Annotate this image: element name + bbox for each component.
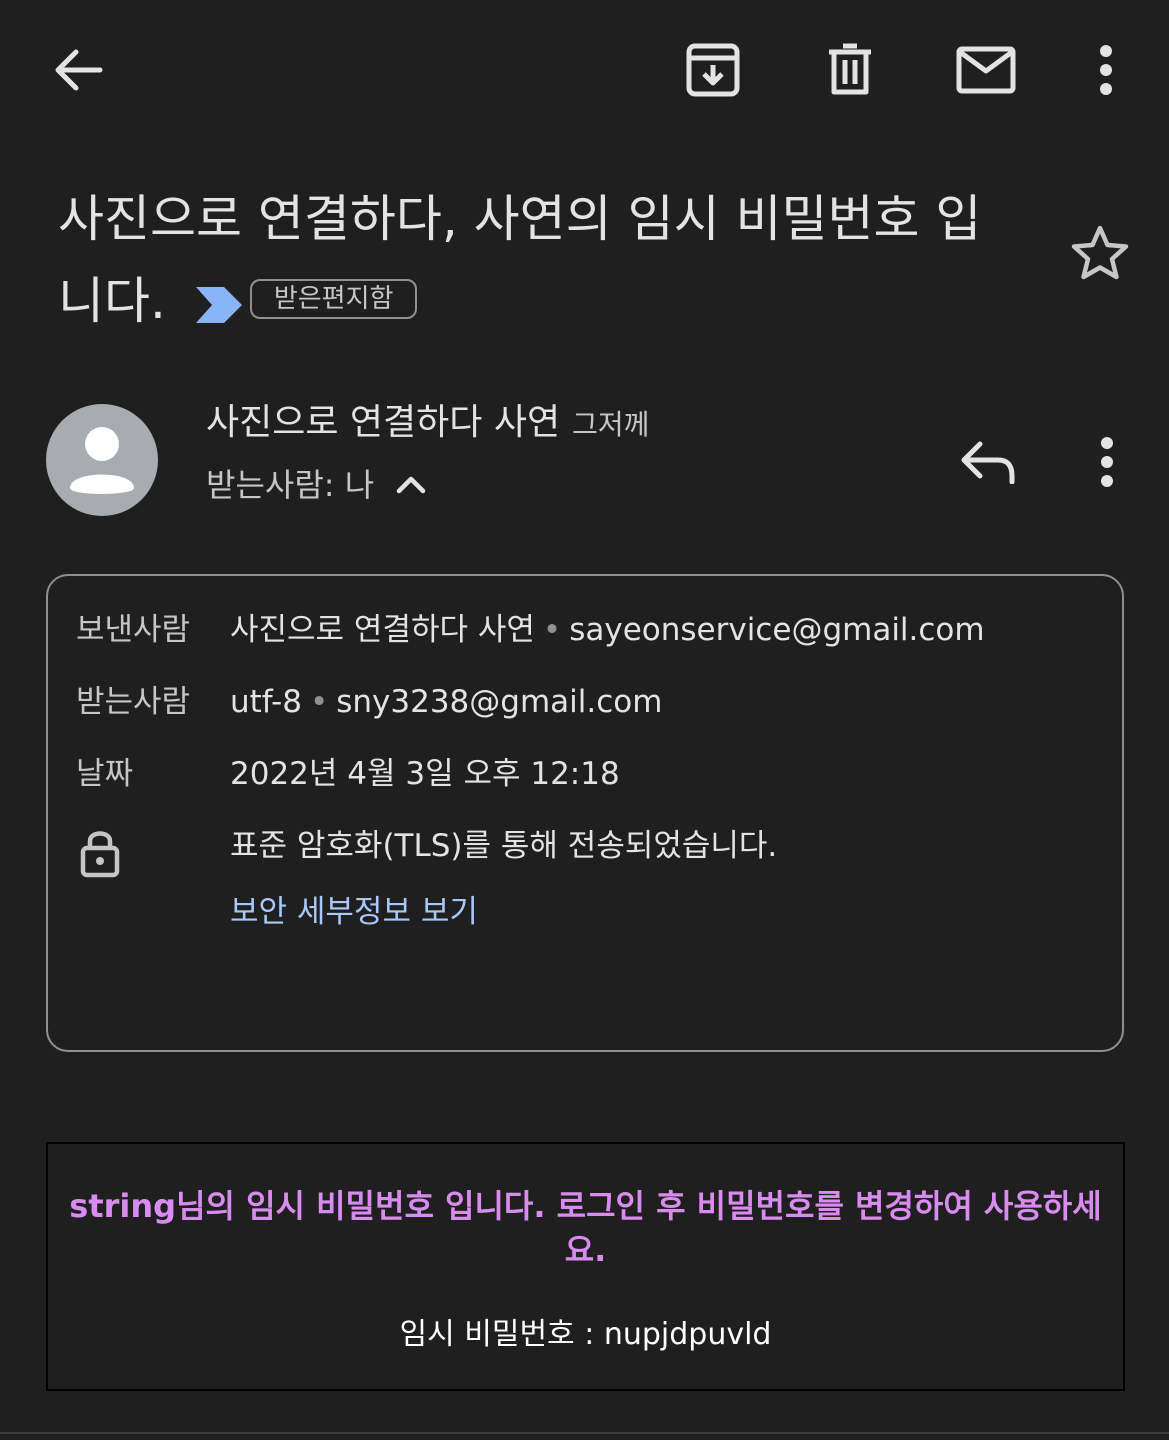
chevron-up-icon xyxy=(396,476,426,494)
recipient-toggle[interactable]: 받는사람: 나 xyxy=(206,462,426,508)
date-label: 날짜 xyxy=(76,756,134,792)
sender-name: 사진으로 연결하다 사연 xyxy=(206,402,561,443)
temporary-password-line: 임시 비밀번호 : nupjdpuvld xyxy=(399,1317,772,1352)
date-value: 2022년 4월 3일 오후 12:18 xyxy=(230,756,620,792)
security-text: 표준 암호화(TLS)를 통해 전송되었습니다. xyxy=(230,828,778,864)
from-email[interactable]: sayeonservice@gmail.com xyxy=(569,612,984,648)
star-outline-icon xyxy=(1071,225,1129,280)
to-line-text: 받는사람: 나 xyxy=(206,466,375,504)
archive-button[interactable] xyxy=(673,30,753,110)
email-body: string님의 임시 비밀번호 입니다. 로그인 후 비밀번호를 변경하여 사… xyxy=(46,1142,1125,1391)
mail-icon xyxy=(956,46,1016,94)
email-subject: 사진으로 연결하다, 사연의 임시 비밀번호 입니다. 받은편지함 xyxy=(58,178,1018,342)
back-button[interactable] xyxy=(38,30,118,110)
reply-icon xyxy=(961,441,1015,484)
sender-avatar[interactable] xyxy=(46,404,158,516)
security-details-link[interactable]: 보안 세부정보 보기 xyxy=(230,890,478,934)
more-options-button[interactable] xyxy=(1066,30,1146,110)
to-label: 받는사람 xyxy=(76,684,191,720)
to-email[interactable]: sny3238@gmail.com xyxy=(336,684,662,720)
to-name: utf-8 xyxy=(230,684,302,720)
from-label: 보낸사람 xyxy=(76,612,191,648)
delete-button[interactable] xyxy=(810,30,890,110)
star-button[interactable] xyxy=(1068,222,1132,286)
lock-icon xyxy=(80,831,120,878)
more-vert-icon xyxy=(1100,45,1112,95)
to-value: utf-8 • sny3238@gmail.com xyxy=(230,680,662,724)
separator-dot: • xyxy=(542,612,562,648)
bottom-divider xyxy=(0,1432,1169,1434)
archive-icon xyxy=(686,43,740,97)
from-name: 사진으로 연결하다 사연 xyxy=(230,612,535,648)
trash-icon xyxy=(829,43,871,95)
received-time: 그저께 xyxy=(572,408,650,441)
message-details-panel: 보낸사람 사진으로 연결하다 사연 • sayeonservice@gmail.co… xyxy=(46,574,1124,1052)
sender-line[interactable]: 사진으로 연결하다 사연 그저께 xyxy=(206,398,649,450)
more-vert-icon xyxy=(1101,437,1113,487)
importance-marker-icon[interactable] xyxy=(194,285,244,325)
lock-icon-wrap xyxy=(80,828,120,878)
arrow-back-icon xyxy=(55,49,103,91)
from-value: 사진으로 연결하다 사연 • sayeonservice@gmail.com xyxy=(230,608,985,652)
message-more-button[interactable] xyxy=(1090,434,1124,490)
mark-unread-button[interactable] xyxy=(946,30,1026,110)
separator-dot: • xyxy=(309,684,329,720)
inbox-label-chip[interactable]: 받은편지함 xyxy=(249,278,418,319)
person-avatar-icon xyxy=(70,427,134,494)
body-message: string님의 임시 비밀번호 입니다. 로그인 후 비밀번호를 변경하여 사… xyxy=(69,1187,1102,1269)
reply-button[interactable] xyxy=(950,430,1026,490)
